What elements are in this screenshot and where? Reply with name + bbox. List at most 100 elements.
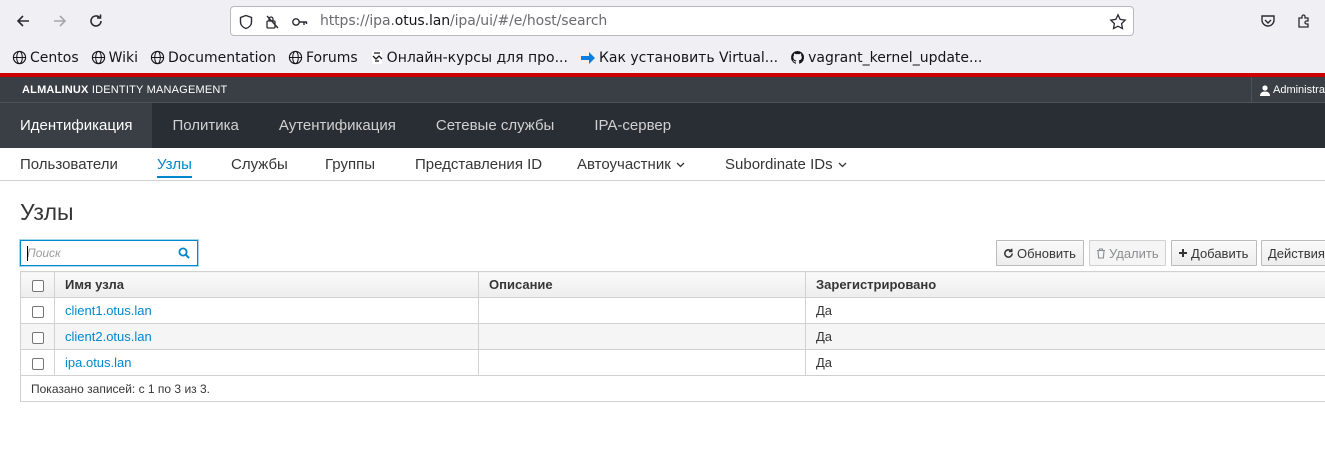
- sub-nav: Пользователи Узлы Службы Группы Представ…: [0, 148, 1325, 181]
- tab-label: Сетевые службы: [435, 117, 555, 134]
- tab-policy[interactable]: Политика: [152, 103, 258, 148]
- add-label: Добавить: [1191, 245, 1249, 261]
- tab-ipa-server[interactable]: IPA-сервер: [574, 103, 691, 148]
- bookmark-label: Forums: [305, 49, 358, 66]
- subnav-id-views[interactable]: Представления ID: [415, 148, 542, 181]
- table-header-row: Имя узла Описание Зарегистрировано: [20, 271, 1325, 298]
- pocket-icon[interactable]: [1256, 9, 1280, 33]
- subnav-groups[interactable]: Группы: [325, 148, 375, 181]
- page-title: Узлы: [20, 199, 74, 225]
- hostname-cell: ipa.otus.lan: [54, 349, 479, 376]
- extensions-icon[interactable]: [1292, 9, 1316, 33]
- tab-network-services[interactable]: Сетевые службы: [416, 103, 574, 148]
- row-checkbox[interactable]: [31, 305, 44, 318]
- back-icon[interactable]: [11, 9, 35, 33]
- subnav-label: Группы: [325, 156, 375, 173]
- text-caret: [27, 246, 28, 261]
- reload-icon[interactable]: [84, 9, 108, 33]
- subnav-label: Представления ID: [415, 156, 543, 173]
- bookmark-label: Как установить Virtual...: [598, 49, 779, 66]
- refresh-icon: [1003, 248, 1014, 259]
- hostname-cell: client1.otus.lan: [54, 297, 479, 324]
- bookmark-otus-courses[interactable]: Онлайн-курсы для про...: [370, 50, 568, 66]
- pagination-summary: Показано записей: с 1 по 3 из 3.: [20, 375, 1325, 402]
- table-row: ipa.otus.lan Да: [20, 349, 1325, 376]
- column-header-enrolled[interactable]: Зарегистрировано: [805, 271, 1325, 298]
- subnav-automember[interactable]: Автоучастник: [577, 148, 685, 181]
- url-prefix: https://ipa.: [320, 13, 395, 29]
- host-link[interactable]: client1.otus.lan: [65, 303, 152, 318]
- brand-bold: ALMALINUX: [22, 84, 89, 96]
- otus-icon: [371, 51, 383, 64]
- delete-button[interactable]: Удалить: [1089, 240, 1166, 266]
- bookmark-label: vagrant_kernel_update...: [808, 49, 983, 66]
- table-footer-row: Показано записей: с 1 по 3 из 3.: [20, 375, 1325, 402]
- address-bar[interactable]: https://ipa.otus.lan/ipa/ui/#/e/host/sea…: [230, 6, 1134, 36]
- globe-icon: [91, 50, 105, 65]
- url-text[interactable]: https://ipa.otus.lan/ipa/ui/#/e/host/sea…: [320, 13, 607, 29]
- bookmark-wiki[interactable]: Wiki: [91, 50, 138, 66]
- row-checkbox[interactable]: [31, 331, 44, 344]
- description-cell: [478, 323, 806, 350]
- github-icon: [791, 50, 805, 64]
- refresh-label: Обновить: [1017, 245, 1076, 261]
- plus-icon: [1178, 248, 1188, 258]
- subnav-label: Пользователи: [20, 156, 118, 173]
- forward-icon[interactable]: [48, 9, 72, 33]
- shield-icon[interactable]: [237, 13, 255, 31]
- lock-warning-icon[interactable]: [263, 13, 281, 31]
- column-header-hostname[interactable]: Имя узла: [54, 271, 479, 298]
- actions-label: Действия: [1268, 245, 1325, 261]
- enrolled-cell: Да: [805, 349, 1325, 376]
- subnav-label: Узлы: [157, 156, 192, 173]
- enrolled-cell: Да: [805, 297, 1325, 324]
- globe-icon: [12, 50, 27, 65]
- subnav-services[interactable]: Службы: [231, 148, 288, 181]
- bookmark-centos[interactable]: Centos: [12, 50, 79, 66]
- hosts-table: Имя узла Описание Зарегистрировано clien…: [20, 271, 1325, 402]
- search-box[interactable]: [20, 240, 198, 266]
- bookmark-label: Centos: [30, 49, 79, 66]
- table-row: client1.otus.lan Да: [20, 297, 1325, 324]
- bookmark-label: Wiki: [108, 49, 139, 66]
- row-select-cell: [20, 323, 55, 350]
- bookmark-star-icon[interactable]: [1109, 13, 1127, 31]
- actions-button[interactable]: Действия: [1261, 240, 1325, 266]
- row-checkbox[interactable]: [31, 357, 44, 370]
- select-all-checkbox[interactable]: [31, 279, 44, 292]
- hostname-cell: client2.otus.lan: [54, 323, 479, 350]
- tab-label: Политика: [172, 117, 239, 134]
- user-name: Administra: [1273, 84, 1325, 96]
- browser-toolbar: https://ipa.otus.lan/ipa/ui/#/e/host/sea…: [0, 0, 1325, 42]
- bookmark-forums[interactable]: Forums: [288, 50, 358, 66]
- key-icon[interactable]: [291, 13, 309, 31]
- bookmark-label: Онлайн-курсы для про...: [386, 49, 568, 66]
- user-menu[interactable]: Administra: [1251, 77, 1325, 103]
- host-link[interactable]: ipa.otus.lan: [65, 355, 132, 370]
- bookmarks-bar: Centos Wiki Documentation Forums Онлайн-…: [0, 42, 1325, 73]
- bookmark-virtualbox[interactable]: Как установить Virtual...: [580, 50, 778, 66]
- select-all-cell: [20, 271, 55, 298]
- subnav-subordinate-ids[interactable]: Subordinate IDs: [725, 148, 847, 181]
- bookmark-github[interactable]: vagrant_kernel_update...: [790, 50, 982, 66]
- subnav-hosts[interactable]: Узлы: [157, 148, 192, 181]
- tab-label: Аутентификация: [278, 117, 396, 134]
- tab-label: Идентификация: [20, 117, 133, 134]
- table-row: client2.otus.lan Да: [20, 323, 1325, 350]
- search-input[interactable]: [27, 244, 175, 262]
- subnav-label: Автоучастник: [577, 156, 671, 173]
- tab-authentication[interactable]: Аутентификация: [259, 103, 416, 148]
- url-path: /ipa/ui/#/e/host/search: [450, 13, 608, 29]
- subnav-label: Subordinate IDs: [725, 156, 833, 173]
- tab-identity[interactable]: Идентификация: [0, 103, 153, 148]
- description-cell: [478, 349, 806, 376]
- bookmark-documentation[interactable]: Documentation: [150, 50, 276, 66]
- subnav-label: Службы: [231, 156, 288, 173]
- subnav-users[interactable]: Пользователи: [20, 148, 118, 181]
- column-header-description[interactable]: Описание: [478, 271, 806, 298]
- add-button[interactable]: Добавить: [1171, 240, 1257, 266]
- refresh-button[interactable]: Обновить: [996, 240, 1084, 266]
- search-icon[interactable]: [178, 247, 190, 262]
- host-link[interactable]: client2.otus.lan: [65, 329, 152, 344]
- top-nav: Идентификация Политика Аутентификация Се…: [0, 103, 1325, 148]
